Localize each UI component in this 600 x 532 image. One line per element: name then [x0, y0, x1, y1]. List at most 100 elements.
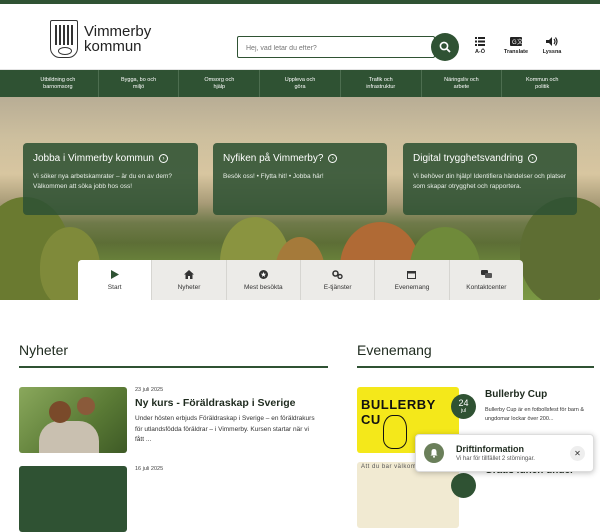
bell-icon — [424, 443, 444, 463]
nav-line: miljö — [132, 83, 145, 90]
card-text: Vi söker nya arbetskamrater – är du en a… — [33, 173, 172, 190]
logo-text: Vimmerby kommun — [84, 24, 151, 54]
news-image — [19, 466, 127, 532]
news-divider — [19, 366, 328, 368]
nav-line: politik — [535, 83, 550, 90]
search-icon — [439, 41, 451, 53]
news-date: 23 juli 2025 — [135, 387, 164, 393]
nav-line: Trafik och — [368, 76, 393, 83]
listen-button[interactable]: Lyssna — [540, 37, 564, 55]
search-box — [237, 36, 435, 59]
event-month: jul — [460, 408, 466, 414]
news-item[interactable]: 16 juli 2025 — [19, 466, 319, 532]
svg-text:文: 文 — [517, 38, 522, 46]
news-date: 16 juli 2025 — [135, 466, 164, 472]
header-tools: A-Ö G文 Translate Lyssna — [468, 37, 564, 55]
tab-label: Kontaktcenter — [466, 283, 507, 291]
event-date-badge: 24 jul — [451, 394, 476, 419]
search-button[interactable] — [431, 33, 459, 61]
event-text: Bullerby Cup är en fotbollsfest för barn… — [485, 407, 585, 422]
a-z-button[interactable]: A-Ö — [468, 37, 492, 55]
card-title: Nyfiken på Vimmerby? › — [223, 153, 377, 164]
nav-line: Bygga, bo och — [120, 76, 157, 83]
event-figure — [383, 415, 407, 449]
nav-item-utbildning[interactable]: Utbildning och barnomsorg — [18, 70, 99, 97]
news-body: 23 juli 2025 Ny kurs - Föräldraskap i Sv… — [135, 387, 319, 453]
star-icon — [258, 269, 268, 279]
arrow-right-icon: › — [528, 154, 538, 163]
card-title: Jobba i Vimmerby kommun › — [33, 153, 188, 164]
site-logo[interactable]: Vimmerby kommun — [50, 20, 151, 58]
list-icon — [475, 37, 485, 46]
events-heading: Evenemang — [357, 342, 432, 358]
card-jobba[interactable]: Jobba i Vimmerby kommun › Vi söker nya ar… — [23, 143, 198, 215]
card-title-text: Jobba i Vimmerby kommun — [33, 153, 154, 164]
event-date-badge — [451, 473, 476, 498]
nav-line: Uppleva och — [284, 76, 316, 83]
logo-line-1: Vimmerby — [84, 23, 152, 40]
nav-item-omsorg[interactable]: Omsorg och hjälp — [179, 70, 261, 97]
tab-label: Nyheter — [177, 283, 201, 291]
tab-nyheter[interactable]: Nyheter — [152, 260, 227, 300]
drift-info-toast[interactable]: Driftinformation Vi har för tillfället 2… — [415, 434, 594, 472]
card-text: Vi behöver din hjälp! Identifiera händel… — [413, 173, 567, 190]
nav-line: hjälp — [213, 83, 226, 90]
nav-line: Utbildning och — [40, 76, 76, 83]
close-icon[interactable]: ✕ — [570, 445, 585, 461]
nav-line: arbete — [453, 83, 470, 90]
nav-item-bygga[interactable]: Bygga, bo och miljö — [99, 70, 180, 97]
translate-icon: G文 — [510, 37, 522, 46]
home-icon — [183, 269, 194, 279]
event-image-text: BULLERBY CU — [361, 397, 436, 427]
card-title-text: Nyfiken på Vimmerby? — [223, 153, 324, 164]
speaker-icon — [546, 37, 558, 46]
event-title[interactable]: Bullerby Cup — [485, 389, 597, 400]
listen-label: Lyssna — [542, 49, 562, 55]
news-item[interactable]: 23 juli 2025 Ny kurs - Föräldraskap i Sv… — [19, 387, 319, 453]
translate-label: Translate — [503, 49, 529, 55]
site-header: Vimmerby kommun A-Ö G文 Translate Lyssna — [0, 4, 600, 70]
crest-icon — [50, 20, 78, 58]
gears-icon — [332, 269, 343, 279]
nav-line: infrastruktur — [366, 83, 396, 90]
nav-item-kommun[interactable]: Kommun och politik — [502, 70, 582, 97]
tab-label: Evenemang — [394, 283, 430, 291]
logo-line-2: kommun — [84, 38, 142, 55]
main-nav: Utbildning och barnomsorg Bygga, bo och mi… — [0, 70, 600, 97]
calendar-icon — [407, 270, 417, 279]
translate-button[interactable]: G文 Translate — [504, 37, 528, 55]
news-body: 16 juli 2025 — [135, 466, 319, 532]
nav-item-naringsliv[interactable]: Näringsliv och arbete — [422, 70, 503, 97]
card-text: Besök oss! • Flytta hit! • Jobba här! — [223, 173, 324, 180]
news-title[interactable]: Ny kurs - Föräldraskap i Sverige — [135, 397, 319, 409]
nav-line: Kommun och — [525, 76, 559, 83]
tab-kontaktcenter[interactable]: Kontaktcenter — [450, 260, 523, 300]
events-divider — [357, 366, 594, 368]
play-icon — [110, 269, 119, 279]
tab-label: Start — [107, 283, 122, 291]
chat-icon — [480, 269, 492, 279]
tab-e-tjanster[interactable]: E-tjänster — [301, 260, 376, 300]
tab-mest-besokta[interactable]: Mest besökta — [227, 260, 301, 300]
card-trygghetsvandring[interactable]: Digital trygghetsvandring › Vi behöver di… — [403, 143, 577, 215]
nav-item-uppleva[interactable]: Uppleva och göra — [260, 70, 341, 97]
news-text: Under hösten erbjuds Föräldraskap i Sver… — [135, 415, 315, 443]
card-nyfiken[interactable]: Nyfiken på Vimmerby? › Besök oss! • Flytt… — [213, 143, 387, 215]
nav-line: Näringsliv och — [444, 76, 479, 83]
search-input[interactable] — [238, 38, 434, 59]
toast-title: Driftinformation — [456, 444, 524, 454]
tab-label: Mest besökta — [243, 283, 283, 291]
quick-tabs: Start Nyheter Mest besökta E-tjänster Ev… — [78, 260, 523, 300]
card-title-text: Digital trygghetsvandring — [413, 153, 524, 164]
nav-line: göra — [294, 83, 306, 90]
tab-evenemang[interactable]: Evenemang — [375, 260, 450, 300]
news-image — [19, 387, 127, 453]
tab-start[interactable]: Start — [78, 260, 153, 300]
nav-item-trafik[interactable]: Trafik och infrastruktur — [341, 70, 422, 97]
nav-line: barnomsorg — [43, 83, 73, 90]
card-title: Digital trygghetsvandring › — [413, 153, 567, 164]
event-day: 24 — [458, 398, 469, 408]
a-z-label: A-Ö — [474, 49, 486, 55]
news-heading: Nyheter — [19, 342, 69, 358]
arrow-right-icon: › — [158, 154, 168, 163]
